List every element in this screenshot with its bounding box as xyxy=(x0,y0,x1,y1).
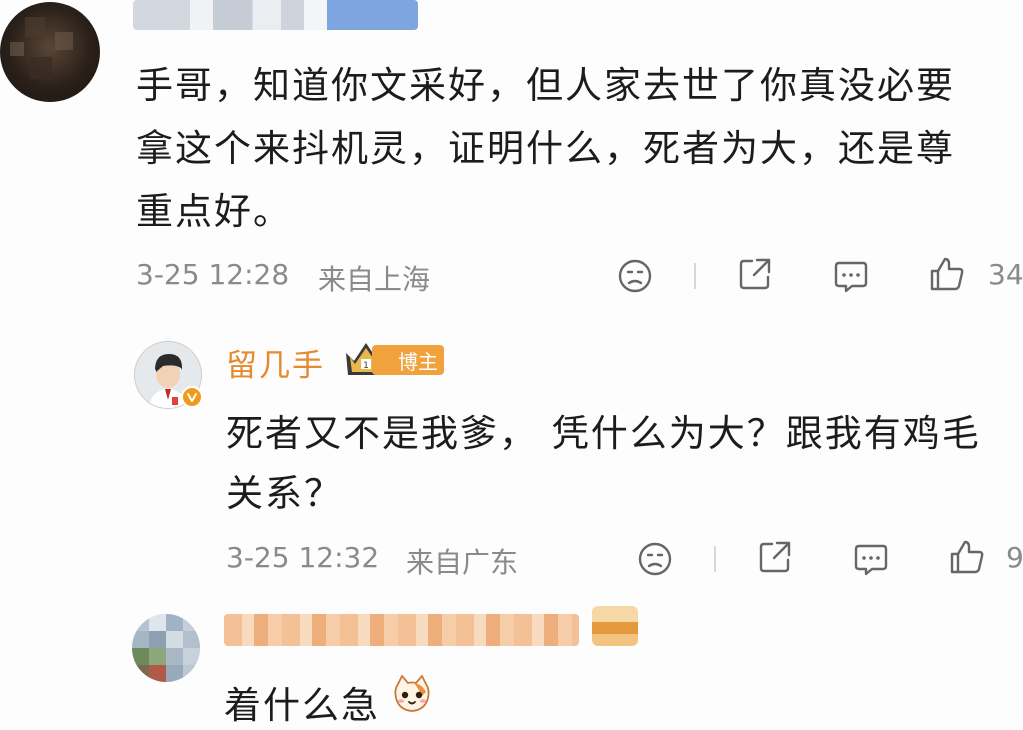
replier-avatar[interactable] xyxy=(132,614,200,682)
reply-text-line: 死者又不是我爹， 凭什么为大？跟我有鸡毛 xyxy=(226,412,981,455)
like-icon xyxy=(930,257,964,291)
svg-text:1: 1 xyxy=(363,361,369,371)
reply-timestamp: 3-25 12:32 xyxy=(226,541,380,574)
comment-text-line: 手哥，知道你文采好，但人家去世了你真没必要 xyxy=(136,64,955,107)
comment-thread: 手哥，知道你文采好，但人家去世了你真没必要 拿这个来抖机灵，证明什么，死者为大，… xyxy=(0,0,1023,730)
emoji-face-icon xyxy=(638,542,672,576)
emoji-reaction-button[interactable] xyxy=(635,539,675,579)
emoji-face-icon xyxy=(618,259,652,293)
commenter-name-blurred[interactable] xyxy=(133,0,418,30)
like-button[interactable] xyxy=(947,537,987,577)
commenter-avatar[interactable] xyxy=(0,2,100,102)
comment-icon xyxy=(834,261,868,293)
comment-icon xyxy=(854,544,888,576)
reply-text-line: 关系？ xyxy=(226,472,343,515)
comment-text-line: 拿这个来抖机灵，证明什么，死者为大，还是尊 xyxy=(136,127,955,170)
divider xyxy=(694,263,696,289)
reply-button[interactable] xyxy=(851,539,891,579)
like-icon xyxy=(950,540,984,574)
share-icon xyxy=(759,541,791,573)
reply-button[interactable] xyxy=(831,256,871,296)
comment-location: 来自上海 xyxy=(318,263,431,296)
comment-text-line: 重点好。 xyxy=(136,190,292,233)
share-button[interactable] xyxy=(755,537,795,577)
reply-text-line: 着什么急 xyxy=(224,684,380,727)
level-badge-blurred xyxy=(592,606,638,646)
comment-timestamp: 3-25 12:28 xyxy=(136,258,290,291)
reply-location: 来自广东 xyxy=(406,546,519,579)
share-button[interactable] xyxy=(735,254,775,294)
verified-icon xyxy=(181,386,203,408)
replier-name-blurred[interactable] xyxy=(224,614,579,646)
like-button[interactable] xyxy=(927,254,967,294)
divider xyxy=(714,546,716,572)
like-count: 34 xyxy=(988,258,1023,291)
share-icon xyxy=(739,258,771,290)
like-count: 9 xyxy=(1006,541,1023,574)
blogger-badge: 博主 xyxy=(372,345,444,375)
reply-user-name[interactable]: 留几手 xyxy=(226,340,325,385)
badge-label: 博主 xyxy=(398,349,438,374)
cat-emoji-icon xyxy=(392,674,432,714)
emoji-reaction-button[interactable] xyxy=(615,256,655,296)
